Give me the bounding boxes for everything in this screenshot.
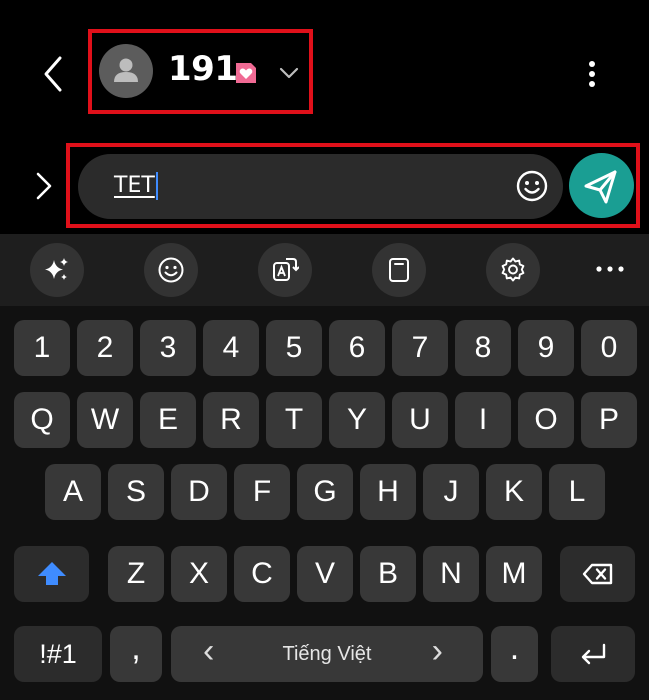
expand-attachments-button[interactable] bbox=[28, 170, 56, 202]
period-key[interactable]: . bbox=[491, 626, 538, 682]
clipboard-icon bbox=[389, 258, 409, 282]
sim-heart-icon bbox=[233, 60, 259, 86]
space-right-arrow-icon: › bbox=[431, 632, 443, 670]
more-horiz-icon bbox=[596, 266, 624, 272]
keyboard-settings-button[interactable] bbox=[486, 243, 540, 297]
key-n[interactable]: N bbox=[423, 546, 479, 602]
contact-name: 191 bbox=[168, 49, 238, 89]
key-1[interactable]: 1 bbox=[14, 320, 70, 376]
key-c[interactable]: C bbox=[234, 546, 290, 602]
expand-chevron-icon bbox=[36, 172, 52, 200]
key-y[interactable]: Y bbox=[329, 392, 385, 448]
space-key-label: Tiếng Việt bbox=[282, 642, 372, 665]
key-6[interactable]: 6 bbox=[329, 320, 385, 376]
key-h[interactable]: H bbox=[360, 464, 416, 520]
key-o[interactable]: O bbox=[518, 392, 574, 448]
key-3[interactable]: 3 bbox=[140, 320, 196, 376]
key-4[interactable]: 4 bbox=[203, 320, 259, 376]
enter-icon bbox=[581, 643, 606, 665]
avatar bbox=[99, 44, 153, 98]
key-z[interactable]: Z bbox=[108, 546, 164, 602]
message-input[interactable]: TET bbox=[78, 154, 563, 219]
backspace-key[interactable] bbox=[560, 546, 635, 602]
send-icon bbox=[584, 170, 617, 204]
clipboard-button[interactable] bbox=[372, 243, 426, 297]
comma-key[interactable]: , bbox=[110, 626, 162, 682]
key-8[interactable]: 8 bbox=[455, 320, 511, 376]
key-7[interactable]: 7 bbox=[392, 320, 448, 376]
key-e[interactable]: E bbox=[140, 392, 196, 448]
space-left-arrow-icon: ‹ bbox=[203, 632, 215, 670]
key-a[interactable]: A bbox=[45, 464, 101, 520]
key-t[interactable]: T bbox=[266, 392, 322, 448]
emoji-icon bbox=[158, 257, 184, 283]
translate-button[interactable] bbox=[258, 243, 312, 297]
key-j[interactable]: J bbox=[423, 464, 479, 520]
key-d[interactable]: D bbox=[171, 464, 227, 520]
key-q[interactable]: Q bbox=[14, 392, 70, 448]
space-key[interactable]: ‹ Tiếng Việt › bbox=[171, 626, 483, 682]
enter-key[interactable] bbox=[551, 626, 635, 682]
key-2[interactable]: 2 bbox=[77, 320, 133, 376]
text-caret bbox=[156, 172, 158, 200]
key-w[interactable]: W bbox=[77, 392, 133, 448]
key-x[interactable]: X bbox=[171, 546, 227, 602]
message-input-text: TET bbox=[114, 173, 155, 198]
compose-area: TET bbox=[66, 143, 640, 228]
ai-sparkle-icon bbox=[45, 258, 68, 280]
back-chevron-icon bbox=[44, 56, 62, 92]
contact-info-button[interactable]: 191 bbox=[88, 29, 313, 114]
settings-icon bbox=[501, 257, 525, 282]
key-r[interactable]: R bbox=[203, 392, 259, 448]
shift-icon bbox=[37, 562, 66, 585]
more-options-button[interactable] bbox=[580, 56, 604, 92]
backspace-icon bbox=[582, 563, 612, 585]
keyboard-toolbar bbox=[0, 234, 649, 306]
key-p[interactable]: P bbox=[581, 392, 637, 448]
key-0[interactable]: 0 bbox=[581, 320, 637, 376]
key-g[interactable]: G bbox=[297, 464, 353, 520]
key-f[interactable]: F bbox=[234, 464, 290, 520]
key-b[interactable]: B bbox=[360, 546, 416, 602]
shift-key[interactable] bbox=[14, 546, 89, 602]
key-l[interactable]: L bbox=[549, 464, 605, 520]
emoji-panel-button[interactable] bbox=[144, 243, 198, 297]
conversation-header: 191 bbox=[0, 0, 649, 140]
emoji-button[interactable] bbox=[514, 168, 550, 204]
key-5[interactable]: 5 bbox=[266, 320, 322, 376]
person-icon bbox=[114, 58, 138, 82]
symbols-key[interactable]: !#1 bbox=[14, 626, 102, 682]
key-9[interactable]: 9 bbox=[518, 320, 574, 376]
chevron-down-icon bbox=[278, 65, 300, 81]
ai-tools-button[interactable] bbox=[30, 243, 84, 297]
key-m[interactable]: M bbox=[486, 546, 542, 602]
translate-icon bbox=[273, 258, 299, 281]
send-button[interactable] bbox=[569, 153, 634, 218]
keys-area: 1 2 3 4 5 6 7 8 9 0 Q W E R T Y U I O P … bbox=[0, 306, 649, 700]
more-vert-icon bbox=[589, 61, 595, 87]
key-v[interactable]: V bbox=[297, 546, 353, 602]
back-button[interactable] bbox=[36, 52, 72, 96]
key-u[interactable]: U bbox=[392, 392, 448, 448]
key-i[interactable]: I bbox=[455, 392, 511, 448]
toolbar-more-button[interactable] bbox=[588, 254, 632, 284]
key-s[interactable]: S bbox=[108, 464, 164, 520]
keyboard: 1 2 3 4 5 6 7 8 9 0 Q W E R T Y U I O P … bbox=[0, 234, 649, 700]
emoji-icon bbox=[516, 170, 548, 202]
key-k[interactable]: K bbox=[486, 464, 542, 520]
